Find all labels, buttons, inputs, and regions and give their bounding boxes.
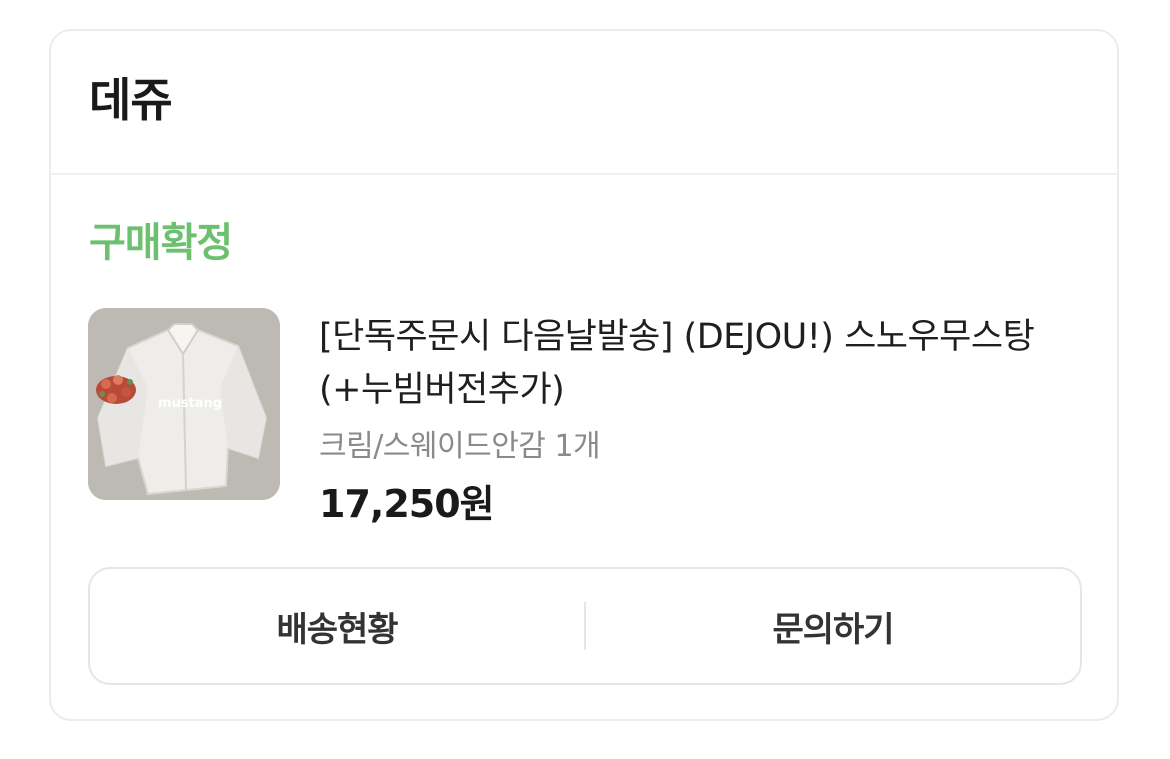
shipping-status-button[interactable]: 배송현황: [90, 569, 584, 683]
order-actions: 배송현황 문의하기: [88, 567, 1082, 685]
order-card: 데쥬 구매확정 mustang [단독주문시 다음날발송] (DEJOU!) 스…: [49, 29, 1119, 721]
inquiry-button[interactable]: 문의하기: [586, 569, 1080, 683]
seller-name[interactable]: 데쥬: [89, 77, 173, 123]
product-title[interactable]: [단독주문시 다음날발송] (DEJOU!) 스노우무스탕 (+누빔버전추가): [319, 311, 1079, 417]
card-header: 데쥬: [51, 31, 1117, 175]
product-option: 크림/스웨이드안감 1개: [319, 429, 601, 464]
product-price: 17,250원: [319, 482, 495, 526]
product-thumbnail[interactable]: mustang: [88, 308, 280, 500]
order-status: 구매확정: [89, 220, 233, 266]
product-info: [단독주문시 다음날발송] (DEJOU!) 스노우무스탕 (+누빔버전추가) …: [319, 311, 1099, 527]
jacket-brand-text: mustang: [158, 396, 223, 411]
